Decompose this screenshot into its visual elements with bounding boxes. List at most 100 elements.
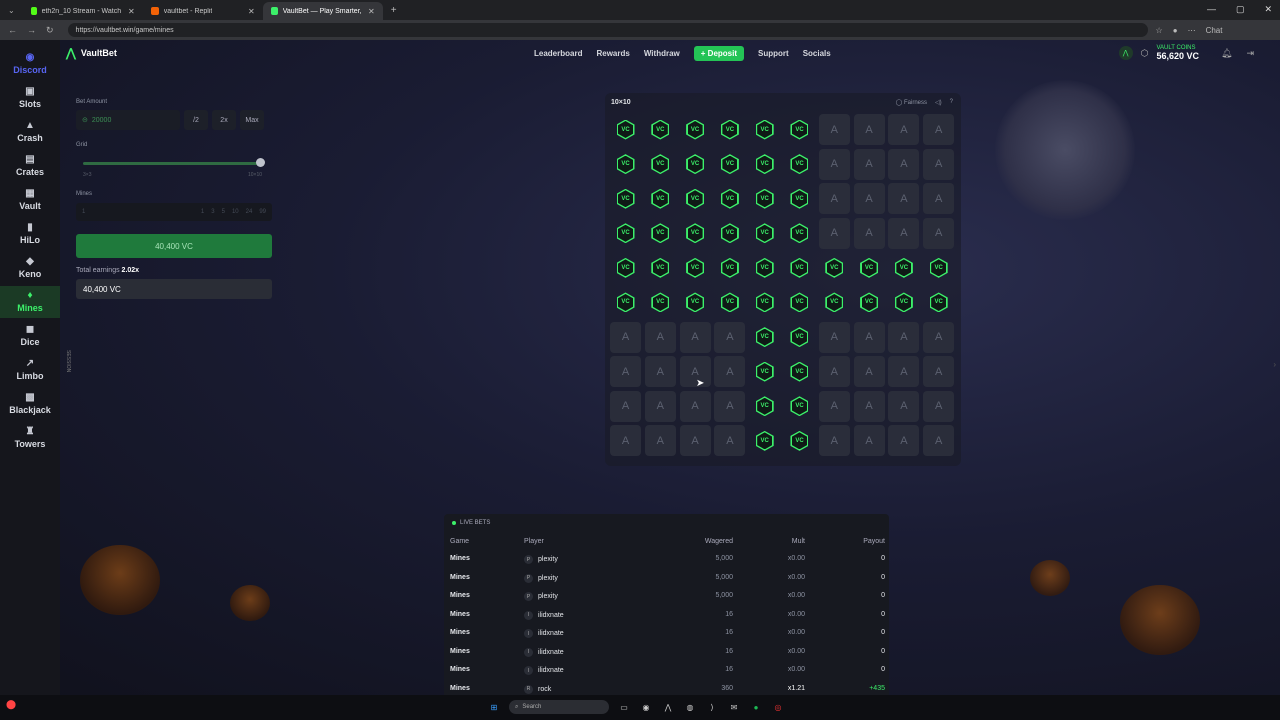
session-tab[interactable]: SESSION [61,350,71,400]
sidebar-item-blackjack[interactable]: ▩ Blackjack [0,388,60,420]
grid-size-slider[interactable] [83,162,261,165]
vaultbet-taskbar-icon[interactable]: ⋀ [661,700,675,714]
help-icon[interactable]: ? [950,99,953,106]
hidden-tile[interactable]: A [714,390,746,422]
bet-player[interactable]: Pplexity [524,592,558,601]
hidden-tile[interactable]: A [923,390,955,422]
hidden-tile[interactable]: A [610,321,641,353]
hidden-tile[interactable]: A [714,425,746,457]
hidden-tile[interactable]: A [644,425,676,457]
hidden-tile[interactable]: A [853,148,885,180]
file-explorer-icon[interactable]: ▭ [617,700,631,714]
hidden-tile[interactable]: A [923,183,955,215]
hidden-tile[interactable]: A [888,183,920,215]
discord-taskbar-icon[interactable]: ◉ [639,700,653,714]
tab-close-icon[interactable]: ✕ [128,7,135,16]
mines-option[interactable]: 10 [232,209,239,215]
hidden-tile[interactable]: A [644,321,676,353]
mines-count-input[interactable]: 1 1 3 5 10 24 99 [76,203,272,221]
hidden-tile[interactable]: A [610,425,641,457]
windows-start-icon[interactable]: ⊞ [487,700,501,714]
bet-player[interactable]: Rrock [524,684,551,694]
mines-option[interactable]: 5 [222,209,225,215]
hidden-tile[interactable]: A [853,390,885,422]
mines-option[interactable]: 24 [246,209,253,215]
hidden-tile[interactable]: A [818,217,850,249]
hidden-tile[interactable]: A [853,183,885,215]
bell-icon[interactable]: 🔔︎ [1221,48,1232,59]
bet-player[interactable]: Pplexity [524,573,558,583]
hidden-tile[interactable]: A [853,114,885,145]
tab-search-icon[interactable]: ⌄ [8,6,15,15]
hidden-tile[interactable]: A [923,321,955,353]
hidden-tile[interactable]: A [818,321,850,353]
max-bet-button[interactable]: Max [240,110,264,130]
browser-tab[interactable]: VaultBet — Play Smarter, Bet ✕ [262,2,383,20]
hidden-tile[interactable]: A [679,390,711,422]
brand-logo[interactable]: ⋀ VaultBet [66,46,117,60]
sound-icon[interactable]: ◁) [935,99,942,106]
hidden-tile[interactable]: A [818,148,850,180]
hidden-tile[interactable]: A [818,390,850,422]
chevron-right-icon[interactable]: › [1273,360,1276,369]
nav-socials[interactable]: Socials [803,49,831,58]
bet-player[interactable]: Iilidxnate [524,666,564,675]
hidden-tile[interactable]: A [644,390,676,422]
logout-icon[interactable]: ⇥ [1246,48,1254,59]
hidden-tile[interactable]: A [888,321,920,353]
nav-withdraw[interactable]: Withdraw [644,49,680,58]
nav-leaderboard[interactable]: Leaderboard [534,49,582,58]
mail-taskbar-icon[interactable]: ✉ [727,700,741,714]
grid-slider-handle[interactable] [256,158,265,167]
bet-player[interactable]: Iilidxnate [524,629,564,638]
hidden-tile[interactable]: A [888,148,920,180]
cashout-button[interactable]: 40,400 VC [76,234,272,258]
hidden-tile[interactable]: A [888,356,920,388]
hidden-tile[interactable]: A [714,356,746,388]
hidden-tile[interactable]: A [818,114,850,145]
chat-button[interactable]: Chat [1206,26,1223,35]
browser-taskbar-icon[interactable]: ◍ [683,700,697,714]
bet-player[interactable]: Pplexity [524,555,558,564]
hidden-tile[interactable]: A [818,356,850,388]
forward-icon[interactable]: → [27,25,36,36]
hidden-tile[interactable]: A [888,390,920,422]
sidebar-item-towers[interactable]: ♜ Towers [0,422,60,454]
browser-tab[interactable]: eth2n_10 Stream - Watch Live on K ✕ [23,2,143,20]
notification-icon[interactable]: ⬤ [6,699,16,710]
spotify-taskbar-icon[interactable]: ● [749,700,763,714]
half-bet-button[interactable]: /2 [184,110,208,130]
app-taskbar-icon[interactable]: ⟩ [705,700,719,714]
hidden-tile[interactable]: A [818,183,850,215]
sidebar-item-crash[interactable]: ▲ Crash [0,116,60,148]
back-icon[interactable]: ← [8,25,17,36]
new-tab-button[interactable]: + [391,5,397,16]
deposit-button[interactable]: + Deposit [693,46,745,61]
sidebar-item-slots[interactable]: ▣ Slots [0,82,60,114]
browser-tab[interactable]: vaultbet - Replit ✕ [143,2,263,20]
hidden-tile[interactable]: A [610,390,641,422]
sidebar-item-vault[interactable]: ▦ Vault [0,184,60,216]
bet-player[interactable]: Iilidxnate [524,610,564,620]
sidebar-item-mines[interactable]: ♦ Mines [0,286,60,318]
hidden-tile[interactable]: A [923,148,955,180]
hidden-tile[interactable]: A [888,217,920,249]
hidden-tile[interactable]: A [714,321,746,353]
sidebar-item-discord[interactable]: ◉ Discord [0,48,60,80]
bet-player[interactable]: Iilidxnate [524,647,564,657]
tab-close-icon[interactable]: ✕ [248,7,255,16]
double-bet-button[interactable]: 2x [212,110,236,130]
url-field[interactable]: https://vaultbet.win/game/mines [67,23,1148,37]
tab-close-icon[interactable]: ✕ [368,7,375,16]
hidden-tile[interactable]: A [853,425,885,457]
menu-icon[interactable]: ⋯ [1188,26,1196,35]
mines-option[interactable]: 1 [201,209,204,215]
sidebar-item-limbo[interactable]: ↗ Limbo [0,354,60,386]
close-window-icon[interactable]: ✕ [1264,4,1272,15]
mines-option[interactable]: 3 [211,209,214,215]
profile-icon[interactable]: ● [1173,26,1178,35]
fairness-button[interactable]: ◯ Fairness [896,99,927,106]
hidden-tile[interactable]: A [853,217,885,249]
mines-option[interactable]: 99 [259,209,266,215]
hidden-tile[interactable]: A [818,425,850,457]
